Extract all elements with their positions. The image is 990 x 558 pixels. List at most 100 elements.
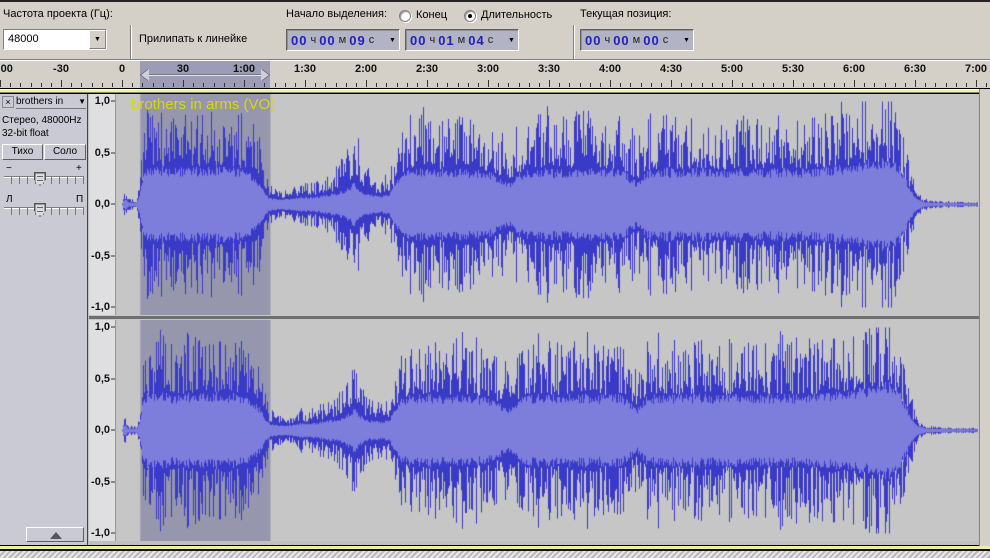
hours-value[interactable]: 00 <box>291 33 307 48</box>
ruler-tick <box>203 83 204 87</box>
ruler-tick <box>41 83 42 87</box>
chevron-down-icon[interactable]: ▼ <box>386 37 399 44</box>
ruler-time-label: -1:00 <box>0 63 13 75</box>
ruler-tick <box>620 83 621 87</box>
ruler-tick <box>447 83 448 87</box>
radio-end-label[interactable]: Конец <box>416 9 447 21</box>
selection-right-arrow-icon[interactable] <box>261 69 269 81</box>
toolbar-separator <box>573 25 575 59</box>
solo-button[interactable]: Соло <box>44 144 86 160</box>
selection-duration-timefield[interactable]: 00 ч 01 м 04 с ▼ <box>405 29 519 51</box>
vertical-ruler-left-channel[interactable]: 1,00,50,0-0,5-1,0 <box>89 94 116 315</box>
track-title-dropdown[interactable]: brothers in ▼ <box>16 95 86 109</box>
ruler-time-label: 5:30 <box>782 63 804 75</box>
ruler-time-label: 0 <box>119 63 125 75</box>
ruler-tick <box>264 83 265 87</box>
vertical-ruler-right-channel[interactable]: 1,00,50,0-0,5-1,0 <box>89 320 116 541</box>
pan-right-label: П <box>76 194 83 205</box>
vertical-scrollbar[interactable] <box>979 89 990 550</box>
radio-duration-label[interactable]: Длительность <box>481 9 552 21</box>
seconds-unit: с <box>663 34 669 46</box>
track-control-panel: × brothers in ▼ Стерео, 48000Hz 32-bit f… <box>0 94 88 545</box>
minutes-value[interactable]: 00 <box>613 33 629 48</box>
chevron-down-icon[interactable]: ▼ <box>89 30 106 49</box>
chevron-down-icon[interactable]: ▼ <box>505 37 518 44</box>
vruler-value: 1,0 <box>95 95 110 107</box>
minutes-unit: м <box>633 34 641 46</box>
close-icon[interactable]: × <box>2 96 14 108</box>
chevron-down-icon[interactable]: ▼ <box>680 37 693 44</box>
vruler-tick <box>111 481 115 482</box>
gain-min-label: − <box>6 163 12 174</box>
ruler-tick <box>488 80 489 87</box>
ruler-tick <box>71 83 72 87</box>
seconds-value[interactable]: 09 <box>349 33 365 48</box>
seconds-value[interactable]: 00 <box>643 33 659 48</box>
ruler-time-label: 2:00 <box>355 63 377 75</box>
vruler-tick <box>111 378 115 379</box>
window-bottom-strip <box>0 546 990 558</box>
waveform-right-channel[interactable] <box>117 320 978 541</box>
vruler-tick <box>111 255 115 256</box>
hours-value[interactable]: 00 <box>585 33 601 48</box>
toolbar-separator <box>130 25 132 59</box>
ruler-tick <box>244 80 245 87</box>
ruler-tick <box>519 83 520 87</box>
radio-end[interactable] <box>399 10 411 22</box>
ruler-tick <box>661 83 662 87</box>
toolbar: Частота проекта (Гц): 48000 ▼ Прилипать … <box>0 0 990 60</box>
ruler-tick <box>407 83 408 87</box>
ruler-tick <box>895 83 896 87</box>
vruler-value: -1,0 <box>91 527 110 539</box>
vruler-value: 0,5 <box>95 373 110 385</box>
track-format-line1: Стерео, 48000Hz <box>2 115 82 126</box>
ruler-time-label: 2:30 <box>416 63 438 75</box>
channel-divider <box>89 315 979 320</box>
ruler-time-label: 3:30 <box>538 63 560 75</box>
seconds-value[interactable]: 04 <box>468 33 484 48</box>
waveform-left-channel[interactable] <box>117 94 978 315</box>
ruler-tick <box>793 80 794 87</box>
ruler-tick <box>844 83 845 87</box>
ruler-tick <box>356 83 357 87</box>
current-position-timefield[interactable]: 00 ч 00 м 00 с ▼ <box>580 29 694 51</box>
radio-duration[interactable] <box>464 10 476 22</box>
ruler-tick <box>173 83 174 87</box>
selection-left-arrow-icon[interactable] <box>141 69 149 81</box>
chevron-down-icon: ▼ <box>78 97 86 106</box>
seconds-unit: с <box>369 34 375 46</box>
ruler-tick <box>590 83 591 87</box>
ruler-tick <box>813 83 814 87</box>
mute-button[interactable]: Тихо <box>2 144 43 160</box>
ruler-time-label: 1:30 <box>294 63 316 75</box>
ruler-tick <box>458 83 459 87</box>
ruler-tick <box>122 80 123 87</box>
ruler-tick <box>51 83 52 87</box>
ruler-tick <box>874 83 875 87</box>
selection-start-timefield[interactable]: 00 ч 00 м 09 с ▼ <box>286 29 400 51</box>
vruler-tick <box>111 204 115 205</box>
ruler-tick <box>630 83 631 87</box>
ruler-tick <box>864 83 865 87</box>
vruler-value: -0,5 <box>91 250 110 262</box>
ruler-tick <box>976 80 977 87</box>
ruler-tick <box>224 83 225 87</box>
timeline-ruler[interactable]: -1:00-300301:001:302:002:303:003:304:004… <box>0 60 990 89</box>
vruler-value: 0,0 <box>95 424 110 436</box>
ruler-tick <box>569 83 570 87</box>
hours-value[interactable]: 00 <box>410 33 426 48</box>
vruler-value: -0,5 <box>91 476 110 488</box>
ruler-tick <box>803 83 804 87</box>
minutes-value[interactable]: 00 <box>319 33 335 48</box>
ruler-tick <box>81 83 82 87</box>
ruler-tick <box>325 83 326 87</box>
ruler-tick <box>112 83 113 87</box>
audio-track: × brothers in ▼ Стерео, 48000Hz 32-bit f… <box>0 93 979 546</box>
vruler-tick <box>111 307 115 308</box>
collapse-track-button[interactable] <box>26 527 84 542</box>
ruler-tick <box>691 83 692 87</box>
ruler-tick <box>427 80 428 87</box>
project-rate-combobox[interactable]: 48000 ▼ <box>3 29 107 50</box>
minutes-value[interactable]: 01 <box>438 33 454 48</box>
ruler-tick <box>92 83 93 87</box>
